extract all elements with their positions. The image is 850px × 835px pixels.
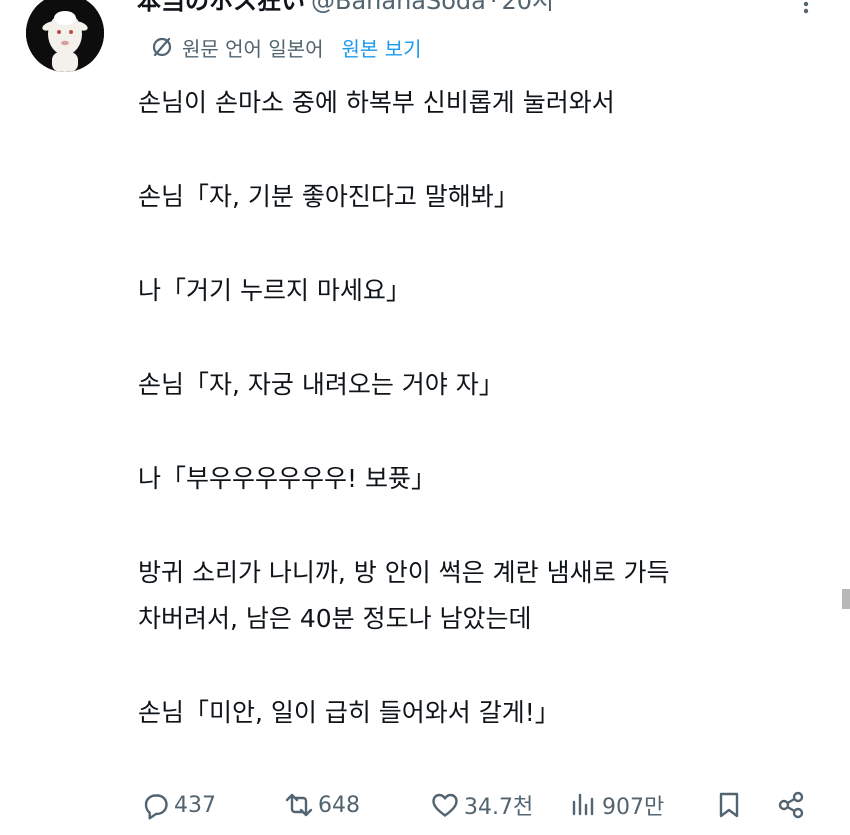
tweet-line: 나「부우우우우우우! 보퓻」 — [138, 464, 436, 493]
action-bar: 437 648 34.7천 907만 — [138, 783, 818, 827]
sheep-avatar-icon — [26, 0, 104, 72]
tweet-paragraph: 손님「자, 기분 좋아진다고 말해봐」 — [138, 174, 828, 220]
views-button[interactable]: 907만 — [566, 783, 664, 827]
reply-count: 437 — [174, 792, 216, 818]
share-icon — [778, 791, 804, 819]
view-count: 907만 — [602, 795, 665, 820]
like-count: 34.7천 — [464, 795, 534, 820]
bookmark-icon — [719, 792, 739, 818]
tweet-paragraph: 손님이 손마소 중에 하복부 신비롭게 눌러와서 — [138, 80, 828, 126]
like-icon — [432, 793, 458, 817]
like-button[interactable]: 34.7천 — [428, 783, 533, 827]
display-name[interactable]: 本当のホス狂い — [137, 0, 305, 15]
tweet-paragraph: 방귀 소리가 나니까, 방 안이 썩은 계란 냄새로 가득차버려서, 남은 40… — [138, 550, 828, 642]
tweet-paragraph: 나「거기 누르지 마세요」 — [138, 268, 828, 314]
tweet-text: 손님이 손마소 중에 하복부 신비롭게 눌러와서손님「자, 기분 좋아진다고 말… — [138, 80, 828, 736]
tweet-header: 本当のホス狂い @BananaSoda · 20시 — [137, 0, 554, 16]
retweet-button[interactable]: 648 — [282, 783, 360, 827]
tweet-line: 손님「자, 자궁 내려오는 거야 자」 — [138, 370, 504, 399]
share-button[interactable] — [774, 783, 808, 827]
tweet-time[interactable]: 20시 — [502, 0, 555, 15]
tweet-line: 손님「자, 기분 좋아진다고 말해봐」 — [138, 182, 519, 211]
tweet-line: 방귀 소리가 나니까, 방 안이 썩은 계란 냄새로 가득 — [138, 558, 670, 587]
avatar[interactable] — [26, 0, 104, 72]
scrollbar-thumb[interactable] — [842, 589, 850, 609]
reply-icon — [144, 794, 168, 820]
translation-label: 원문 언어 일본어 — [182, 36, 324, 61]
more-options-icon[interactable] — [796, 0, 816, 14]
tweet-line: 손님「미안, 일이 급히 들어와서 갈게!」 — [138, 698, 560, 727]
translate-icon — [152, 37, 172, 57]
tweet-line: 손님이 손마소 중에 하복부 신비롭게 눌러와서 — [138, 88, 615, 117]
tweet-paragraph: 손님「자, 자궁 내려오는 거야 자」 — [138, 362, 828, 408]
retweet-count: 648 — [318, 792, 360, 818]
views-icon — [572, 793, 594, 816]
translation-row: 원문 언어 일본어 원본 보기 — [150, 30, 421, 64]
tweet-line: 나「거기 누르지 마세요」 — [138, 276, 411, 305]
tweet-paragraph: 나「부우우우우우우! 보퓻」 — [138, 456, 828, 502]
separator: · — [489, 0, 498, 15]
user-handle[interactable]: @BananaSoda — [311, 0, 486, 15]
tweet-line: 차버려서, 남은 40분 정도나 남았는데 — [138, 604, 532, 633]
tweet-paragraph: 손님「미안, 일이 급히 들어와서 갈게!」 — [138, 690, 828, 736]
reply-button[interactable]: 437 — [138, 783, 216, 827]
view-original-link[interactable]: 원본 보기 — [342, 33, 422, 62]
retweet-icon — [285, 793, 313, 817]
bookmark-button[interactable] — [712, 783, 746, 827]
